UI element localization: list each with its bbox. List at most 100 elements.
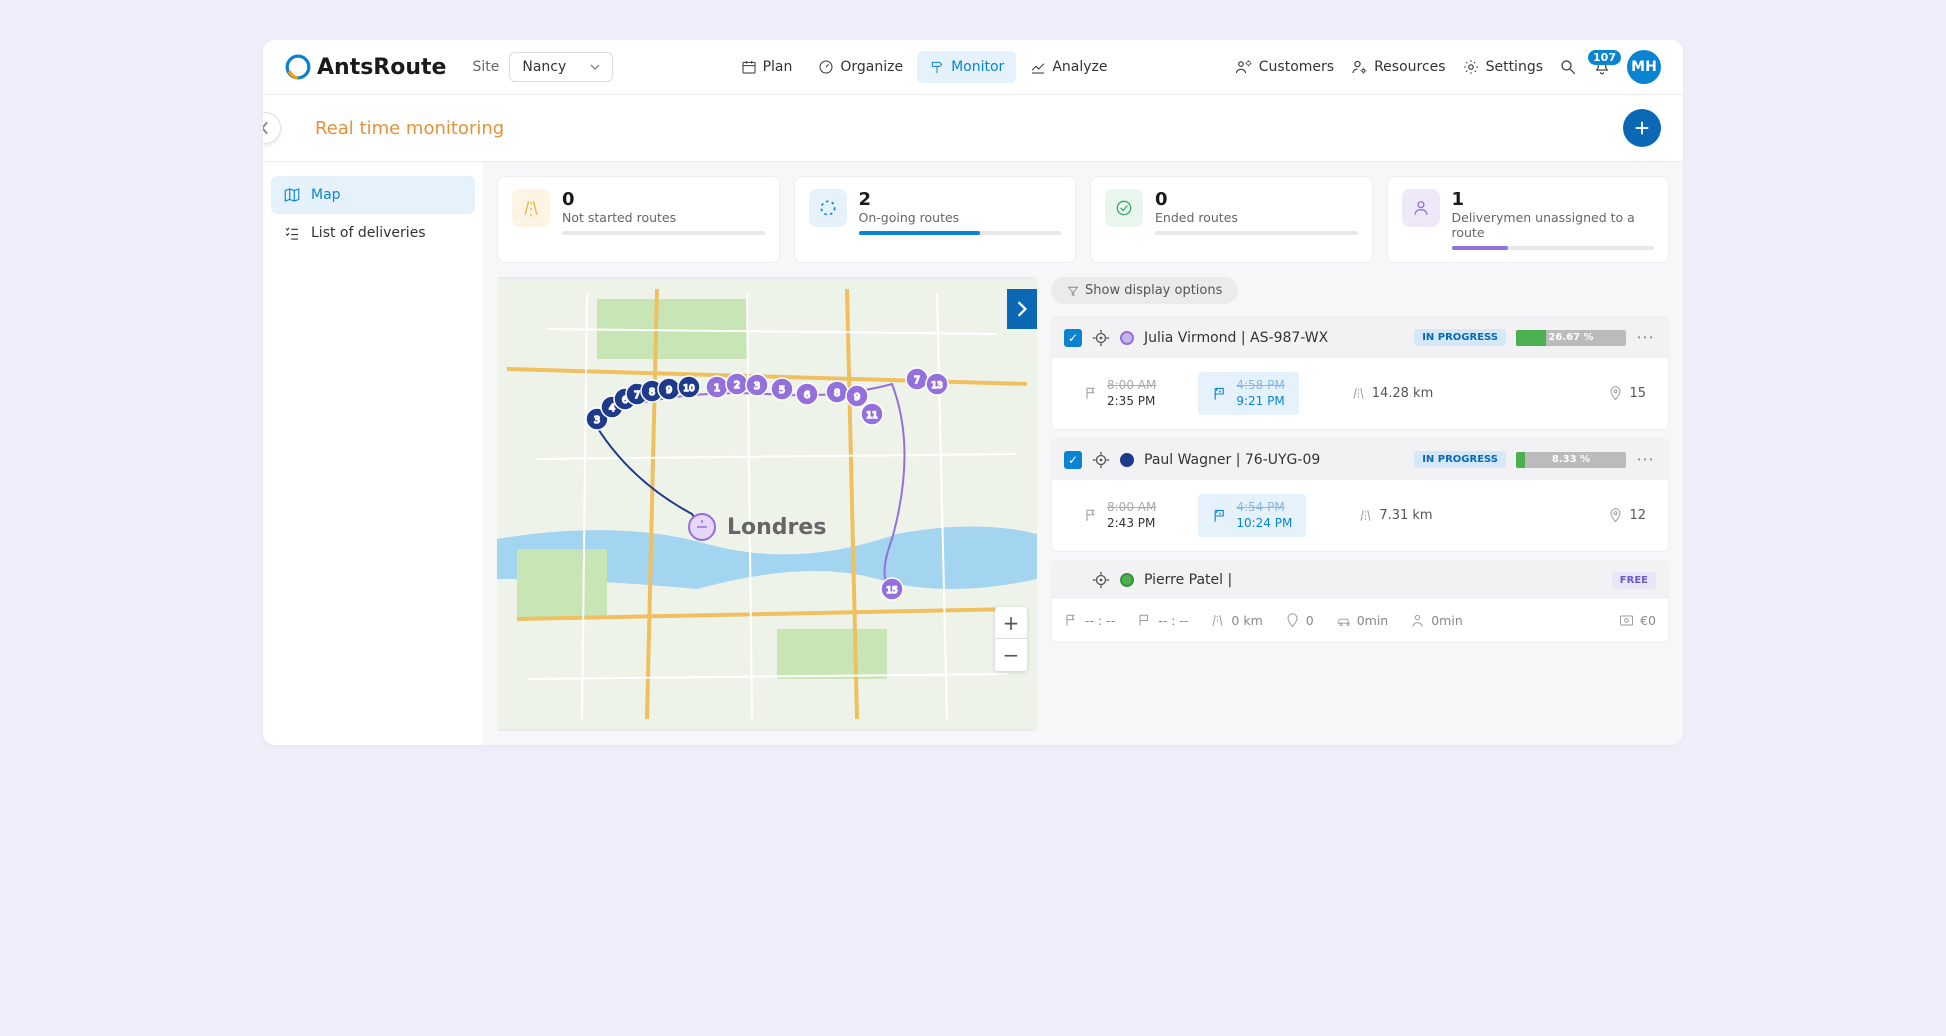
route-header-0[interactable]: ✓ Julia Virmond | AS-987-WX IN PROGRESS …: [1052, 317, 1668, 358]
settings-label: Settings: [1486, 59, 1543, 75]
check-circle-icon: [1105, 189, 1143, 227]
stat-ended[interactable]: 0 Ended routes: [1090, 176, 1373, 263]
sidebar-map[interactable]: Map: [271, 176, 475, 214]
gear-icon: [1462, 58, 1480, 76]
route-driver-free: Pierre Patel |: [1144, 572, 1232, 588]
road-small-icon: [1358, 508, 1373, 523]
map-collapse-button[interactable]: [1007, 289, 1037, 329]
logo: AntsRoute: [285, 54, 446, 80]
zoom-in-button[interactable]: +: [995, 607, 1027, 639]
site-value: Nancy: [522, 59, 566, 75]
chevron-left-icon: [263, 121, 272, 135]
notifications-button[interactable]: 107: [1593, 58, 1611, 76]
stat-not-started[interactable]: 0 Not started routes: [497, 176, 780, 263]
site-dropdown[interactable]: Nancy: [509, 52, 613, 82]
routes-panel: Show display options ✓ Julia Virmond | A…: [1051, 277, 1669, 731]
svg-text:11: 11: [866, 411, 877, 421]
road-icon: [512, 189, 550, 227]
nav-analyze[interactable]: Analyze: [1018, 51, 1119, 83]
flag-checkered-icon: [1212, 508, 1228, 524]
map-view[interactable]: Londres 1 2 3 5 6 8 9 11: [497, 277, 1037, 731]
sidebar-list[interactable]: List of deliveries: [271, 214, 475, 252]
brand-name: AntsRoute: [317, 55, 446, 80]
route-checkbox-0[interactable]: ✓: [1064, 329, 1082, 347]
route-header-1[interactable]: ✓ Paul Wagner | 76-UYG-09 IN PROGRESS 8.…: [1052, 439, 1668, 480]
chevron-right-icon: [1016, 301, 1028, 317]
nav-organize-label: Organize: [840, 59, 903, 75]
nav-organize[interactable]: Organize: [806, 51, 915, 83]
svg-text:7: 7: [634, 390, 640, 401]
nav-plan-label: Plan: [763, 59, 793, 75]
signpost-icon: [929, 59, 945, 75]
person-wait-icon: [1410, 613, 1425, 628]
route-distance-0: 14.28 km: [1372, 386, 1434, 401]
flag-start-icon: [1084, 386, 1099, 401]
route-row-0: ✓ Julia Virmond | AS-987-WX IN PROGRESS …: [1051, 316, 1669, 430]
svg-text:5: 5: [779, 385, 785, 396]
svg-text:1: 1: [714, 383, 720, 394]
route-progress-0: 26.67 %: [1516, 330, 1626, 346]
topbar: AntsRoute Site Nancy Plan Organize Monit…: [263, 40, 1683, 95]
search-button[interactable]: [1559, 58, 1577, 76]
flag-checkered-icon: [1212, 386, 1228, 402]
main-nav: Plan Organize Monitor Analyze: [729, 51, 1120, 83]
site-label: Site: [472, 59, 499, 75]
tool-resources[interactable]: Resources: [1350, 58, 1446, 76]
chart-icon: [1030, 59, 1046, 75]
loading-icon: [809, 189, 847, 227]
subheader: Real time monitoring: [263, 95, 1683, 162]
pin-icon: [1285, 613, 1300, 628]
right-tools: Customers Resources Settings 107 MH: [1235, 50, 1661, 84]
site-selector: Site Nancy: [472, 52, 613, 82]
road-small-icon: [1210, 613, 1225, 628]
locate-icon[interactable]: [1092, 571, 1110, 589]
stat-ended-value: 0: [1155, 189, 1358, 210]
road-small-icon: [1351, 386, 1366, 401]
svg-text:13: 13: [931, 381, 942, 391]
route-header-free[interactable]: Pierre Patel | FREE: [1052, 561, 1668, 599]
nav-monitor-label: Monitor: [951, 59, 1004, 75]
tool-customers[interactable]: Customers: [1235, 58, 1334, 76]
person-icon: [1402, 189, 1440, 227]
flag-start-icon: [1064, 613, 1079, 628]
locate-icon[interactable]: [1092, 451, 1110, 469]
route-row-free: Pierre Patel | FREE -- : -- -- : -- 0 km…: [1051, 560, 1669, 643]
route-more-1[interactable]: ⋯: [1636, 449, 1656, 470]
person-gear-icon: [1350, 58, 1368, 76]
sidebar-map-label: Map: [311, 187, 341, 203]
route-checkbox-1[interactable]: ✓: [1064, 451, 1082, 469]
zoom-controls: + −: [995, 607, 1027, 671]
logo-icon: [285, 54, 311, 80]
page-title: Real time monitoring: [315, 118, 504, 139]
chevron-down-icon: [590, 62, 600, 72]
svg-text:2: 2: [734, 380, 740, 391]
car-icon: [1336, 613, 1351, 628]
route-detail-free: -- : -- -- : -- 0 km 0 0min 0min €0: [1052, 599, 1668, 642]
user-avatar[interactable]: MH: [1627, 50, 1661, 84]
route-eta-1: 4:54 PM10:24 PM: [1198, 494, 1306, 537]
route-status-0: IN PROGRESS: [1414, 329, 1506, 346]
svg-text:15: 15: [886, 586, 897, 596]
stat-ongoing[interactable]: 2 On-going routes: [794, 176, 1077, 263]
resources-label: Resources: [1374, 59, 1446, 75]
calendar-icon: [741, 59, 757, 75]
nav-plan[interactable]: Plan: [729, 51, 805, 83]
route-row-1: ✓ Paul Wagner | 76-UYG-09 IN PROGRESS 8.…: [1051, 438, 1669, 552]
add-button[interactable]: [1623, 109, 1661, 147]
tool-settings[interactable]: Settings: [1462, 58, 1543, 76]
filter-icon: [1067, 285, 1079, 297]
zoom-out-button[interactable]: −: [995, 639, 1027, 671]
flag-checkered-icon: [1137, 613, 1152, 628]
notification-badge: 107: [1588, 50, 1621, 65]
route-stops-0: 15: [1629, 386, 1646, 401]
stats-row: 0 Not started routes 2 On-going routes: [497, 176, 1669, 263]
back-button[interactable]: [263, 112, 281, 144]
stat-unassigned[interactable]: 1 Deliverymen unassigned to a route: [1387, 176, 1670, 263]
route-more-0[interactable]: ⋯: [1636, 327, 1656, 348]
pin-icon: [1608, 508, 1623, 523]
locate-icon[interactable]: [1092, 329, 1110, 347]
nav-monitor[interactable]: Monitor: [917, 51, 1016, 83]
sidebar: Map List of deliveries: [263, 162, 483, 745]
display-options-button[interactable]: Show display options: [1051, 277, 1238, 304]
stat-ongoing-label: On-going routes: [859, 210, 1062, 225]
